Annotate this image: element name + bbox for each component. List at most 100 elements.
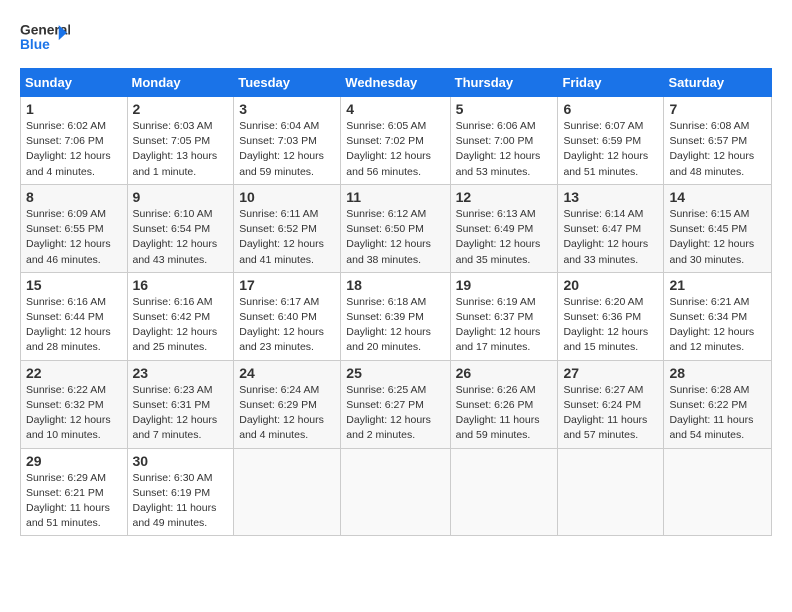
calendar-cell: 22Sunrise: 6:22 AMSunset: 6:32 PMDayligh… [21,360,128,448]
calendar-cell: 26Sunrise: 6:26 AMSunset: 6:26 PMDayligh… [450,360,558,448]
header-monday: Monday [127,69,234,97]
calendar-cell: 13 Sunrise: 6:14 AMSunset: 6:47 PMDayligh… [558,184,664,272]
day-number: 4 [346,101,444,117]
day-info: Sunrise: 6:30 AMSunset: 6:19 PMDaylight:… [133,471,229,532]
day-info: Sunrise: 6:17 AMSunset: 6:40 PMDaylight:… [239,295,335,356]
day-info: Sunrise: 6:09 AMSunset: 6:55 PMDaylight:… [26,207,122,268]
header-wednesday: Wednesday [341,69,450,97]
calendar-cell: 11 Sunrise: 6:12 AMSunset: 6:50 PMDayligh… [341,184,450,272]
day-number: 15 [26,277,122,293]
day-info: Sunrise: 6:02 AMSunset: 7:06 PMDaylight:… [26,119,122,180]
day-number: 3 [239,101,335,117]
day-number: 13 [563,189,658,205]
day-info: Sunrise: 6:25 AMSunset: 6:27 PMDaylight:… [346,383,444,444]
day-info: Sunrise: 6:04 AMSunset: 7:03 PMDaylight:… [239,119,335,180]
day-number: 18 [346,277,444,293]
day-number: 17 [239,277,335,293]
calendar-cell: 24Sunrise: 6:24 AMSunset: 6:29 PMDayligh… [234,360,341,448]
day-info: Sunrise: 6:27 AMSunset: 6:24 PMDaylight:… [563,383,658,444]
day-info: Sunrise: 6:18 AMSunset: 6:39 PMDaylight:… [346,295,444,356]
day-number: 2 [133,101,229,117]
day-info: Sunrise: 6:28 AMSunset: 6:22 PMDaylight:… [669,383,766,444]
day-number: 10 [239,189,335,205]
day-info: Sunrise: 6:06 AMSunset: 7:00 PMDaylight:… [456,119,553,180]
calendar-cell: 16 Sunrise: 6:16 AMSunset: 6:42 PMDayligh… [127,272,234,360]
calendar-cell: 18 Sunrise: 6:18 AMSunset: 6:39 PMDayligh… [341,272,450,360]
calendar-cell: 23Sunrise: 6:23 AMSunset: 6:31 PMDayligh… [127,360,234,448]
logo-svg: General Blue [20,16,70,56]
day-info: Sunrise: 6:10 AMSunset: 6:54 PMDaylight:… [133,207,229,268]
calendar-cell: 12 Sunrise: 6:13 AMSunset: 6:49 PMDayligh… [450,184,558,272]
day-info: Sunrise: 6:23 AMSunset: 6:31 PMDaylight:… [133,383,229,444]
calendar-table: SundayMondayTuesdayWednesdayThursdayFrid… [20,68,772,536]
calendar-cell: 15 Sunrise: 6:16 AMSunset: 6:44 PMDayligh… [21,272,128,360]
header-thursday: Thursday [450,69,558,97]
day-info: Sunrise: 6:08 AMSunset: 6:57 PMDaylight:… [669,119,766,180]
day-number: 6 [563,101,658,117]
calendar-cell: 3 Sunrise: 6:04 AMSunset: 7:03 PMDaylight… [234,97,341,185]
calendar-cell: 5 Sunrise: 6:06 AMSunset: 7:00 PMDaylight… [450,97,558,185]
calendar-cell: 17 Sunrise: 6:17 AMSunset: 6:40 PMDayligh… [234,272,341,360]
calendar-cell: 30 Sunrise: 6:30 AMSunset: 6:19 PMDayligh… [127,448,234,536]
day-number: 5 [456,101,553,117]
day-number: 7 [669,101,766,117]
calendar-week-row: 22Sunrise: 6:22 AMSunset: 6:32 PMDayligh… [21,360,772,448]
header-tuesday: Tuesday [234,69,341,97]
day-info: Sunrise: 6:13 AMSunset: 6:49 PMDaylight:… [456,207,553,268]
logo: General Blue [20,16,70,56]
calendar-cell: 10 Sunrise: 6:11 AMSunset: 6:52 PMDayligh… [234,184,341,272]
page-header: General Blue [20,16,772,56]
calendar-cell: 7 Sunrise: 6:08 AMSunset: 6:57 PMDaylight… [664,97,772,185]
day-info: Sunrise: 6:03 AMSunset: 7:05 PMDaylight:… [133,119,229,180]
day-info: Sunrise: 6:29 AMSunset: 6:21 PMDaylight:… [26,471,122,532]
calendar-cell [558,448,664,536]
day-info: Sunrise: 6:16 AMSunset: 6:42 PMDaylight:… [133,295,229,356]
calendar-cell: 20 Sunrise: 6:20 AMSunset: 6:36 PMDayligh… [558,272,664,360]
calendar-cell: 4 Sunrise: 6:05 AMSunset: 7:02 PMDaylight… [341,97,450,185]
calendar-cell: 6 Sunrise: 6:07 AMSunset: 6:59 PMDaylight… [558,97,664,185]
day-info: Sunrise: 6:20 AMSunset: 6:36 PMDaylight:… [563,295,658,356]
calendar-cell: 8 Sunrise: 6:09 AMSunset: 6:55 PMDaylight… [21,184,128,272]
calendar-cell [341,448,450,536]
day-number: 11 [346,189,444,205]
day-number: 30 [133,453,229,469]
calendar-cell [450,448,558,536]
calendar-cell: 14 Sunrise: 6:15 AMSunset: 6:45 PMDayligh… [664,184,772,272]
day-number: 1 [26,101,122,117]
calendar-cell: 21 Sunrise: 6:21 AMSunset: 6:34 PMDayligh… [664,272,772,360]
day-number: 12 [456,189,553,205]
svg-text:Blue: Blue [20,37,50,52]
day-number: 28 [669,365,766,381]
day-number: 16 [133,277,229,293]
calendar-cell: 27Sunrise: 6:27 AMSunset: 6:24 PMDayligh… [558,360,664,448]
day-number: 14 [669,189,766,205]
calendar-cell: 29Sunrise: 6:29 AMSunset: 6:21 PMDayligh… [21,448,128,536]
calendar-week-row: 8 Sunrise: 6:09 AMSunset: 6:55 PMDaylight… [21,184,772,272]
day-info: Sunrise: 6:16 AMSunset: 6:44 PMDaylight:… [26,295,122,356]
calendar-cell [664,448,772,536]
calendar-header-row: SundayMondayTuesdayWednesdayThursdayFrid… [21,69,772,97]
day-info: Sunrise: 6:21 AMSunset: 6:34 PMDaylight:… [669,295,766,356]
header-sunday: Sunday [21,69,128,97]
day-info: Sunrise: 6:07 AMSunset: 6:59 PMDaylight:… [563,119,658,180]
day-number: 20 [563,277,658,293]
day-info: Sunrise: 6:11 AMSunset: 6:52 PMDaylight:… [239,207,335,268]
day-number: 25 [346,365,444,381]
day-number: 22 [26,365,122,381]
day-info: Sunrise: 6:05 AMSunset: 7:02 PMDaylight:… [346,119,444,180]
day-number: 9 [133,189,229,205]
calendar-week-row: 15 Sunrise: 6:16 AMSunset: 6:44 PMDayligh… [21,272,772,360]
day-number: 8 [26,189,122,205]
calendar-cell: 28 Sunrise: 6:28 AMSunset: 6:22 PMDayligh… [664,360,772,448]
calendar-cell [234,448,341,536]
day-number: 24 [239,365,335,381]
day-info: Sunrise: 6:19 AMSunset: 6:37 PMDaylight:… [456,295,553,356]
day-number: 21 [669,277,766,293]
day-info: Sunrise: 6:15 AMSunset: 6:45 PMDaylight:… [669,207,766,268]
day-number: 19 [456,277,553,293]
calendar-cell: 19 Sunrise: 6:19 AMSunset: 6:37 PMDayligh… [450,272,558,360]
calendar-week-row: 1 Sunrise: 6:02 AMSunset: 7:06 PMDaylight… [21,97,772,185]
day-info: Sunrise: 6:14 AMSunset: 6:47 PMDaylight:… [563,207,658,268]
day-info: Sunrise: 6:12 AMSunset: 6:50 PMDaylight:… [346,207,444,268]
header-saturday: Saturday [664,69,772,97]
